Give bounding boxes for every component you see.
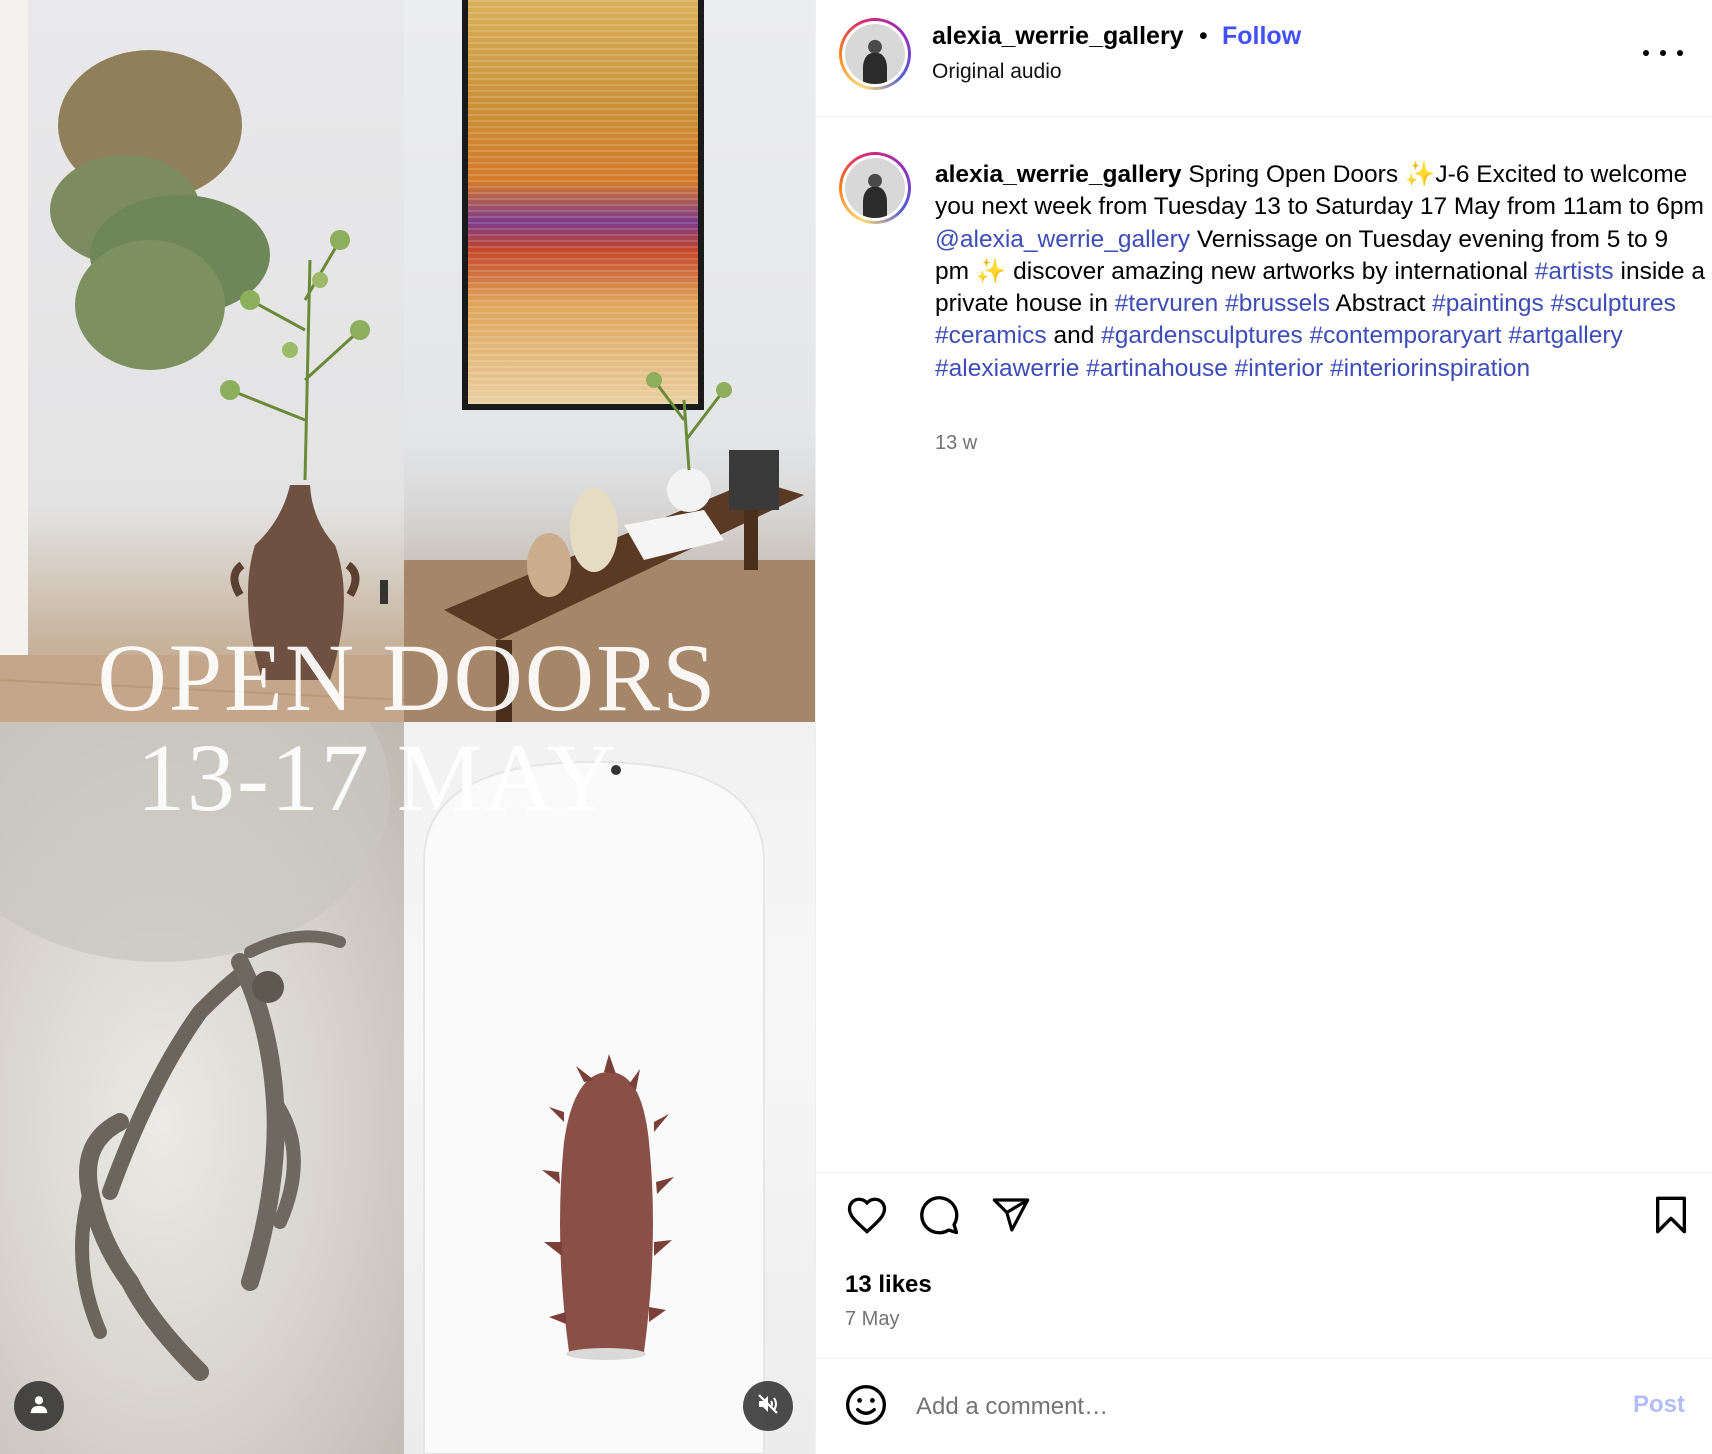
likes-count[interactable]: 13 likes: [845, 1271, 932, 1299]
post-media[interactable]: OPEN DOORS 13-17 MAY: [0, 0, 815, 1454]
caption-link[interactable]: #tervuren: [1115, 290, 1219, 317]
post-header: alexia_werrie_gallery • Follow Original …: [816, 0, 1712, 117]
photo-painting-bench: [404, 0, 815, 722]
caption-timestamp[interactable]: 13 w: [935, 432, 977, 455]
caption-link[interactable]: #contemporaryart: [1310, 322, 1502, 349]
caption-link[interactable]: #brussels: [1225, 290, 1330, 317]
caption-text-segment: discover amazing new artworks by interna…: [1006, 257, 1535, 285]
person-icon: [28, 1393, 50, 1420]
share-button[interactable]: [988, 1194, 1034, 1240]
smiley-icon: [844, 1385, 888, 1431]
bookmark-icon: [1653, 1195, 1689, 1240]
caption-text-segment: Abstract: [1329, 290, 1433, 318]
emoji-button[interactable]: [844, 1383, 890, 1429]
photo-spiky-ceramic: [404, 722, 815, 1454]
header-username[interactable]: alexia_werrie_gallery: [932, 22, 1184, 51]
follow-button[interactable]: Follow: [1222, 22, 1301, 51]
caption-link[interactable]: #artists: [1535, 258, 1614, 285]
caption-text-segment: [1323, 355, 1330, 382]
avatar[interactable]: [839, 18, 911, 90]
overlay-dates: 13-17 MAY: [136, 724, 619, 831]
caption-link[interactable]: #interior: [1235, 355, 1324, 382]
caption-text-segment: [1544, 290, 1551, 317]
comment-input[interactable]: [916, 1387, 1596, 1427]
caption-username[interactable]: alexia_werrie_gallery: [935, 161, 1182, 188]
post-comment-button[interactable]: Post: [1633, 1391, 1685, 1419]
caption-link[interactable]: #interiorinspiration: [1330, 355, 1530, 382]
separator-dot: •: [1199, 22, 1208, 50]
comment-button[interactable]: [916, 1194, 962, 1240]
photo-wall-art-vase: [0, 0, 404, 722]
mute-toggle-button[interactable]: [743, 1381, 793, 1431]
caption-link[interactable]: #paintings: [1432, 290, 1544, 317]
photo-bronze-dancers: [0, 722, 404, 1454]
caption-link[interactable]: #sculptures: [1551, 290, 1676, 317]
caption-link[interactable]: #artgallery: [1508, 322, 1622, 349]
actions-divider: [816, 1172, 1712, 1173]
caption-link[interactable]: #gardensculptures: [1101, 322, 1303, 349]
more-options-button[interactable]: [1643, 38, 1683, 68]
post-side-panel: alexia_werrie_gallery • Follow Original …: [815, 0, 1712, 1454]
caption-link[interactable]: #ceramics: [935, 322, 1047, 349]
tagged-users-button[interactable]: [14, 1381, 64, 1431]
post-date[interactable]: 7 May: [845, 1308, 899, 1331]
caption-link[interactable]: #artinahouse: [1086, 355, 1228, 382]
caption-text: alexia_werrie_gallery Spring Open Doors …: [935, 159, 1705, 385]
caption-text-segment: [1303, 322, 1310, 349]
sparkles-emoji: ✨: [1404, 161, 1436, 188]
caption-text-segment: [1228, 355, 1235, 382]
more-horizontal-icon: [1643, 50, 1683, 56]
like-button[interactable]: [844, 1194, 890, 1240]
caption-avatar[interactable]: [839, 152, 911, 224]
speaker-muted-icon: [756, 1392, 780, 1421]
comment-bubble-icon: [918, 1194, 960, 1241]
caption-body: Spring Open Doors ✨J-6 Excited to welcom…: [935, 161, 1705, 382]
sparkles-emoji: ✨: [975, 257, 1007, 285]
caption-text-segment: and: [1046, 322, 1102, 350]
audio-label[interactable]: Original audio: [932, 60, 1062, 84]
paper-plane-icon: [990, 1195, 1032, 1240]
caption-link[interactable]: @alexia_werrie_gallery: [935, 226, 1190, 253]
caption-text-segment: Spring Open Doors: [1181, 161, 1405, 188]
comment-bar: Post: [816, 1358, 1712, 1454]
overlay-title: OPEN DOORS: [97, 624, 718, 731]
caption-link[interactable]: #alexiawerrie: [935, 355, 1079, 382]
save-button[interactable]: [1648, 1194, 1694, 1240]
heart-icon: [846, 1195, 888, 1240]
